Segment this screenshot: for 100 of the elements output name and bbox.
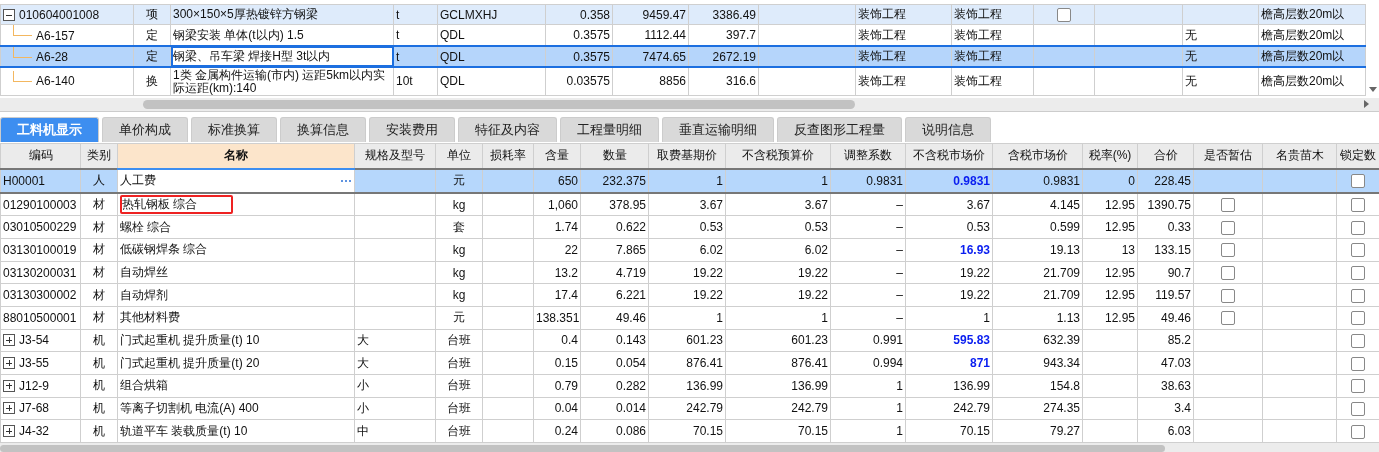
tab[interactable]: 工程量明细 — [560, 117, 659, 142]
cell-text: 项 — [146, 7, 158, 22]
cell-text: 12.95 — [1104, 310, 1135, 325]
cell-text: 19.13 — [1049, 242, 1080, 257]
cell-text: 定 — [146, 49, 158, 64]
cell-text: 70.15 — [797, 424, 828, 439]
column-header[interactable]: 规格及型号 — [354, 143, 436, 169]
tab[interactable]: 标准换算 — [191, 117, 277, 142]
material-name: 轨道平车 装载质量(t) 10 — [120, 422, 248, 440]
column-header[interactable]: 锁定数 — [1336, 143, 1379, 169]
column-header[interactable]: 名贵苗木 — [1262, 143, 1337, 169]
cell-text: 装饰工程 — [858, 7, 906, 22]
cell-text: 装饰工程 — [954, 49, 1002, 64]
cell-text: 0.3575 — [573, 28, 610, 43]
cell-text: 0.53 — [699, 220, 723, 235]
cell-text: 1.74 — [554, 220, 578, 235]
cell-text: 1.13 — [1056, 310, 1080, 325]
cell-text: 0.9831 — [1043, 173, 1080, 188]
cell-text: 6.03 — [1167, 424, 1191, 439]
cell-text: 1 — [716, 173, 723, 188]
column-header[interactable]: 取费基期价 — [648, 143, 726, 169]
cell-text: 0.79 — [554, 378, 578, 393]
cell-text: 7.865 — [615, 242, 646, 257]
cell-text: 0.53 — [804, 220, 828, 235]
cell-text: 檐高层数20m以 — [1261, 49, 1345, 64]
column-header[interactable]: 含量 — [533, 143, 581, 169]
cell-text: 6.221 — [615, 288, 646, 303]
cell-text: 6.02 — [699, 242, 723, 257]
cell-text: 大 — [357, 355, 369, 370]
material-name: 门式起重机 提升质量(t) 20 — [120, 354, 260, 372]
column-header[interactable]: 税率(%) — [1082, 143, 1138, 169]
material-name: 其他材料费 — [120, 309, 180, 327]
cell-text: 1 — [896, 424, 903, 439]
material-name: 门式起重机 提升质量(t) 10 — [120, 331, 260, 349]
cell-text: 换 — [146, 74, 158, 89]
column-header[interactable]: 名称 — [117, 143, 355, 169]
tab[interactable]: 安装费用 — [369, 117, 455, 142]
cell-text: 0.358 — [579, 7, 610, 22]
cell-text: 0.143 — [615, 333, 646, 348]
material-name: 人工费 — [120, 172, 156, 190]
column-header[interactable]: 合价 — [1137, 143, 1194, 169]
cell-text: 元 — [453, 173, 465, 188]
cell-text: QDL — [440, 28, 465, 43]
cell-text: 0.622 — [615, 220, 646, 235]
cell-text: 49.46 — [1160, 310, 1191, 325]
column-header[interactable]: 是否暂估 — [1193, 143, 1263, 169]
cell-text: 0.3575 — [573, 49, 610, 64]
tab[interactable]: 说明信息 — [905, 117, 991, 142]
cell-text: 601.23 — [791, 333, 828, 348]
cell-text: 133.15 — [1154, 242, 1191, 257]
cell-text: t — [396, 49, 400, 64]
cell-text: 601.23 — [686, 333, 723, 348]
cell-text: 1,060 — [547, 197, 578, 212]
cell-text: kg — [452, 197, 466, 212]
cell-text: 119.57 — [1155, 288, 1191, 303]
cell-text: 3386.49 — [712, 7, 756, 22]
cell-text: 6.02 — [804, 242, 828, 257]
cell-text: 4.145 — [1049, 197, 1080, 212]
cell-text: 1390.75 — [1147, 197, 1191, 212]
column-header[interactable]: 损耗率 — [482, 143, 534, 169]
cell-text: 机 — [93, 423, 105, 438]
column-header[interactable]: 不含税预算价 — [725, 143, 831, 169]
cell-text: 0.086 — [615, 424, 646, 439]
column-header[interactable]: 不含税市场价 — [905, 143, 993, 169]
cell-text: 274.35 — [1043, 401, 1080, 416]
cell-text: 1112.44 — [644, 28, 686, 43]
column-header[interactable]: 类别 — [80, 143, 118, 169]
cell-text: 檐高层数20m以 — [1261, 74, 1345, 89]
cell-text: 檐高层数20m以 — [1261, 27, 1345, 42]
cell-text: 90.7 — [1167, 265, 1191, 280]
tab[interactable]: 换算信息 — [280, 117, 366, 142]
cell-text: 19.22 — [692, 288, 723, 303]
cell-text: 876.41 — [686, 356, 723, 371]
cell-text: 0.994 — [872, 356, 903, 371]
code-text: A6-157 — [36, 28, 75, 43]
cell-text: 1 — [821, 310, 828, 325]
cell-text: 2672.19 — [712, 49, 756, 64]
tab[interactable]: 垂直运输明细 — [662, 117, 774, 142]
cell-text: 70.15 — [692, 424, 723, 439]
cell-text: 无 — [1185, 27, 1197, 42]
cell-text: 19.22 — [959, 288, 990, 303]
tab[interactable]: 单价构成 — [102, 117, 188, 142]
column-header[interactable]: 含税市场价 — [992, 143, 1083, 169]
cell-text: 17.4 — [554, 288, 578, 303]
cell-text: 9459.47 — [642, 7, 686, 22]
material-name: 自动焊剂 — [120, 286, 168, 304]
cell-text: 1 — [821, 173, 828, 188]
cell-text: 19.22 — [797, 265, 828, 280]
cell-text: QDL — [440, 74, 465, 89]
tab[interactable]: 反查图形工程量 — [777, 117, 902, 142]
cell-text: 136.99 — [791, 378, 828, 393]
code-text: 88010500001 — [3, 310, 77, 325]
column-header[interactable]: 编码 — [0, 143, 81, 169]
tab[interactable]: 特征及内容 — [458, 117, 557, 142]
column-header[interactable]: 单位 — [435, 143, 483, 169]
cell-text: 316.6 — [725, 74, 756, 89]
column-header[interactable]: 调整系数 — [830, 143, 906, 169]
column-header[interactable]: 数量 — [580, 143, 649, 169]
cell-text: 12.95 — [1104, 288, 1135, 303]
cell-text: – — [896, 197, 903, 212]
